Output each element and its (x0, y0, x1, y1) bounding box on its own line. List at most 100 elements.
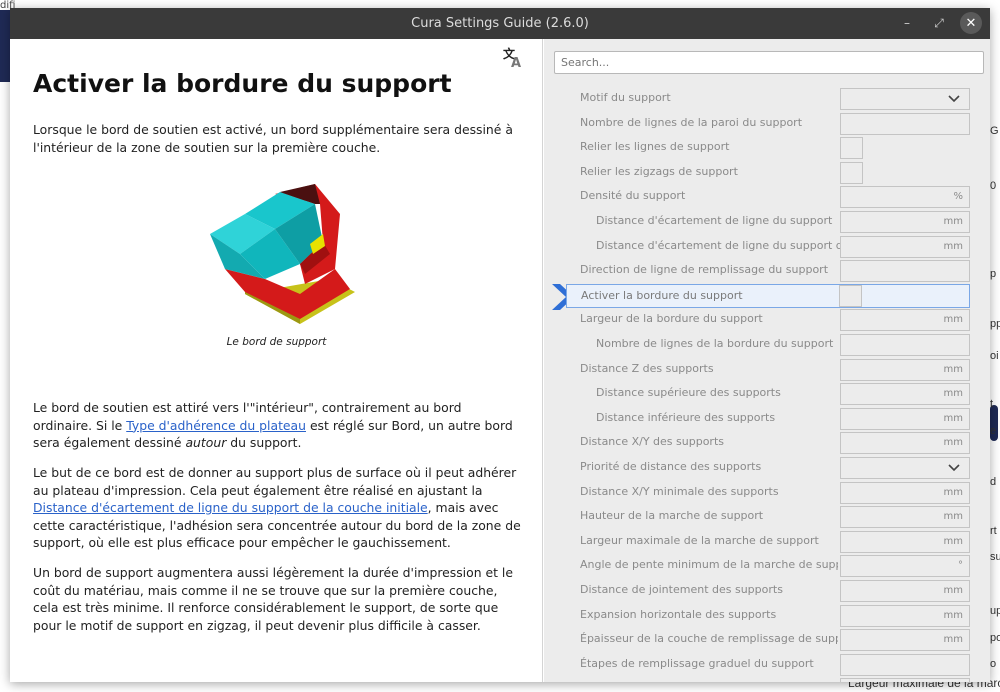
setting-row[interactable]: Priorité de distance des supports (566, 456, 970, 480)
setting-value-field[interactable]: mm (840, 604, 970, 627)
setting-row[interactable]: Motif du support (566, 87, 970, 111)
setting-value-field[interactable]: mm (840, 407, 970, 430)
settings-list-pane: Motif du support Nombre de lignes de la p… (544, 39, 990, 682)
setting-value-field[interactable] (840, 334, 970, 356)
maximize-button[interactable]: ⤢ (928, 12, 950, 34)
setting-label: Épaisseur de la couche de remplissage de… (580, 632, 838, 646)
setting-label: Largeur de la bordure du support (580, 312, 763, 326)
setting-checkbox[interactable] (839, 284, 862, 307)
link-initial-layer-support-line-distance[interactable]: Distance d'écartement de ligne du suppor… (33, 500, 428, 515)
setting-label: Hauteur de la marche de support (580, 509, 764, 523)
setting-label: Distance X/Y des supports (580, 435, 724, 449)
setting-value-field[interactable]: mm (840, 309, 970, 332)
background-fragment: po (990, 632, 1000, 644)
setting-label: Motif du support (580, 91, 671, 104)
setting-row[interactable]: Nombre de lignes de la paroi du support (566, 112, 970, 136)
background-fragment: 0 (990, 180, 997, 192)
background-app-right-panel: G 0 p pp oi t e d rt su up po o (990, 10, 1000, 692)
link-build-plate-adhesion-type[interactable]: Type d'adhérence du plateau (126, 418, 306, 433)
paragraph-1: Le bord de soutien est attiré vers l'"in… (33, 399, 521, 452)
setting-row[interactable]: Relier les lignes de support (566, 136, 970, 160)
setting-row[interactable]: Distance X/Y des supports mm (566, 431, 970, 455)
setting-row[interactable]: Densité du support% (566, 185, 970, 209)
setting-label: Distance d'écartement de ligne du suppor… (596, 238, 840, 252)
background-fragment: pp (990, 318, 1000, 330)
setting-label: Distance supérieure des supports (596, 386, 781, 400)
background-fragment: up (990, 605, 1000, 617)
setting-row[interactable]: Distance inférieure des supports mm (566, 407, 970, 431)
setting-value-field[interactable] (840, 112, 970, 135)
setting-value-field[interactable]: mm (840, 629, 970, 652)
setting-row[interactable]: Distance X/Y minimale des supports mm (566, 481, 970, 505)
setting-label: Expansion horizontale des supports (580, 607, 777, 621)
setting-dropdown[interactable] (840, 457, 970, 479)
setting-row[interactable]: Nombre de lignes de la bordure du suppor… (566, 333, 970, 357)
setting-value-field[interactable] (840, 678, 970, 682)
setting-row[interactable]: Distance supérieure des supports mm (566, 382, 970, 406)
setting-row[interactable]: Distance d'écartement de ligne du suppor… (566, 210, 970, 234)
setting-value-field[interactable]: mm (840, 383, 970, 406)
setting-value-field[interactable]: ° (840, 555, 970, 578)
setting-value-field[interactable] (840, 260, 970, 283)
setting-row[interactable]: Activer la bordure du support (566, 283, 970, 308)
setting-row[interactable]: Étapes de remplissage graduel du support (566, 653, 970, 677)
close-button[interactable]: ✕ (960, 12, 982, 34)
setting-value-field[interactable]: mm (840, 580, 970, 602)
figure-caption: Le bord de support (226, 336, 327, 348)
setting-value-field[interactable]: mm (840, 235, 970, 258)
intro-paragraph: Lorsque le bord de soutien est activé, u… (33, 122, 513, 155)
paragraph-1-text-c: du support. (226, 435, 302, 451)
setting-row[interactable]: Angle de pente minimum de la marche de s… (566, 554, 970, 578)
setting-value-field[interactable]: mm (840, 481, 970, 504)
paragraph-2: Le but de ce bord est de donner au suppo… (33, 464, 521, 552)
setting-row[interactable]: Hauteur d'étape de remplissage graduel d… (566, 677, 970, 682)
setting-row[interactable]: Hauteur de la marche de support mm (566, 505, 970, 529)
setting-value-field[interactable]: mm (840, 211, 970, 233)
setting-row[interactable]: Distance d'écartement de ligne du suppor… (566, 235, 970, 259)
setting-value-field[interactable]: mm (840, 506, 970, 529)
background-fragment: o (990, 658, 997, 670)
setting-label: Distance de jointement des supports (580, 583, 783, 596)
chevron-down-icon (948, 95, 960, 103)
setting-label: Étapes de remplissage graduel du support (580, 656, 814, 670)
minimize-button[interactable]: – (896, 12, 918, 34)
setting-row[interactable]: Distance de jointement des supports mm (566, 579, 970, 603)
setting-label: Distance inférieure des supports (596, 410, 776, 424)
setting-label: Distance X/Y minimale des supports (580, 484, 779, 498)
setting-value-field[interactable] (840, 653, 970, 676)
background-fragment: su (990, 551, 1000, 563)
background-fragment: G (990, 125, 999, 137)
setting-row[interactable]: Épaisseur de la couche de remplissage de… (566, 628, 970, 652)
setting-checkbox[interactable] (840, 161, 863, 184)
setting-label: Distance Z des supports (580, 361, 714, 375)
search-input[interactable] (554, 51, 984, 74)
setting-label: Direction de ligne de remplissage du sup… (580, 263, 829, 277)
setting-label: Nombre de lignes de la paroi du support (580, 115, 803, 129)
chevron-down-icon (948, 464, 960, 472)
documentation-pane: 文 A Activer la bordure du support Lorsqu… (10, 39, 543, 682)
paragraph-3: Un bord de support augmentera aussi légè… (33, 565, 513, 633)
background-app-header-strip (0, 10, 10, 82)
background-fragment: rt (990, 525, 997, 537)
setting-value-field[interactable]: mm (840, 358, 970, 381)
setting-value-field[interactable]: mm (840, 530, 970, 553)
window-titlebar[interactable]: Cura Settings Guide (2.6.0) – ⤢ ✕ (10, 8, 990, 39)
setting-label: Hauteur d'étape de remplissage graduel d… (580, 681, 838, 682)
background-fragment: d (990, 476, 997, 488)
window-title: Cura Settings Guide (2.6.0) (411, 16, 589, 31)
setting-row[interactable]: Relier les zigzags de support (566, 161, 970, 185)
translate-icon[interactable]: 文 A (502, 46, 524, 68)
setting-row[interactable]: Expansion horizontale des supports mm (566, 604, 970, 628)
setting-dropdown[interactable] (840, 88, 970, 110)
setting-row[interactable]: Largeur maximale de la marche de support… (566, 530, 970, 554)
background-fragment: p (990, 268, 997, 280)
setting-label: Largeur maximale de la marche de support (580, 533, 819, 547)
setting-row[interactable]: Largeur de la bordure du support mm (566, 308, 970, 332)
background-app-left-edge (0, 82, 10, 692)
setting-label: Relier les lignes de support (580, 140, 730, 154)
setting-value-field[interactable]: % (840, 186, 970, 209)
setting-row[interactable]: Distance Z des supports mm (566, 358, 970, 382)
setting-checkbox[interactable] (840, 137, 863, 160)
setting-value-field[interactable]: mm (840, 432, 970, 455)
setting-row[interactable]: Direction de ligne de remplissage du sup… (566, 259, 970, 283)
